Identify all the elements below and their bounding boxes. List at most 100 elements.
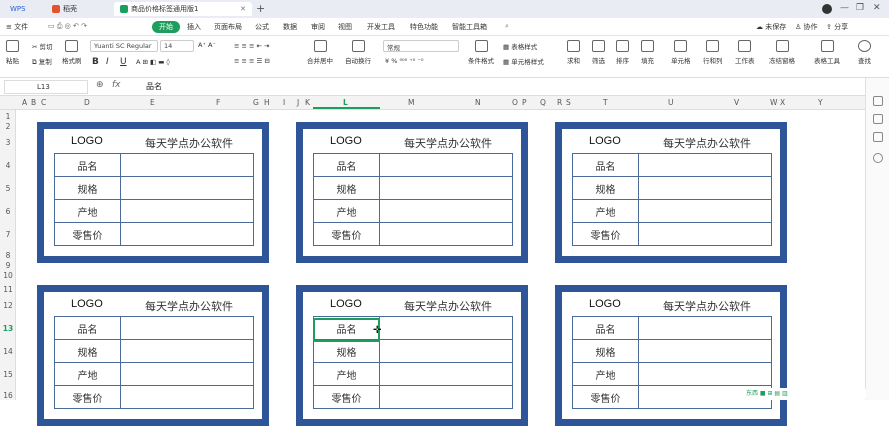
underline-button[interactable]: U xyxy=(120,57,127,67)
menu-developer[interactable]: 开发工具 xyxy=(367,22,395,32)
unsaved-status[interactable]: ☁ 未保存 xyxy=(756,22,786,32)
field-value-cell[interactable] xyxy=(638,362,772,386)
row-8[interactable]: 8 xyxy=(0,251,16,260)
field-value-cell[interactable] xyxy=(379,153,513,177)
sheet-button[interactable]: 工作表 xyxy=(735,40,755,65)
sidebar-format-icon[interactable] xyxy=(873,132,883,142)
field-spec[interactable]: 规格 xyxy=(572,339,639,363)
col-q[interactable]: Q xyxy=(540,98,546,107)
field-origin[interactable]: 产地 xyxy=(572,362,639,386)
field-value-cell[interactable] xyxy=(379,199,513,223)
sidebar-select-icon[interactable] xyxy=(873,96,883,106)
col-t[interactable]: T xyxy=(603,98,608,107)
table-tools-button[interactable]: 表格工具 xyxy=(814,40,840,65)
italic-button[interactable]: I xyxy=(106,57,109,67)
collaborate-button[interactable]: ♙ 协作 xyxy=(795,22,818,32)
field-name[interactable]: 品名 xyxy=(572,153,639,177)
font-name-select[interactable]: Yuanti SC Regular xyxy=(90,40,158,52)
col-p[interactable]: P xyxy=(522,98,527,107)
field-origin[interactable]: 产地 xyxy=(54,362,121,386)
row-15[interactable]: 15 xyxy=(0,370,16,379)
filter-button[interactable]: 筛选 xyxy=(592,40,605,65)
fill-button[interactable]: 填充 xyxy=(641,40,654,65)
font-style-icons[interactable]: A ⊞ ◧ ▬ ◊ xyxy=(136,58,170,66)
col-c[interactable]: C xyxy=(41,98,46,107)
row-10[interactable]: 10 xyxy=(0,271,16,280)
field-value-cell[interactable] xyxy=(120,339,254,363)
field-value-cell[interactable] xyxy=(379,385,513,409)
field-value-cell[interactable] xyxy=(638,222,772,246)
col-g[interactable]: G xyxy=(253,98,259,107)
col-s[interactable]: S xyxy=(566,98,571,107)
field-value-cell[interactable] xyxy=(120,385,254,409)
col-f[interactable]: F xyxy=(216,98,220,107)
field-value-cell[interactable] xyxy=(379,339,513,363)
tab-daoke[interactable]: 稻壳 xyxy=(46,2,112,16)
field-name[interactable]: 品名 xyxy=(572,316,639,340)
new-tab-icon[interactable]: + xyxy=(256,2,265,15)
field-value-cell[interactable] xyxy=(120,222,254,246)
menu-view[interactable]: 视图 xyxy=(338,22,352,32)
row-14[interactable]: 14 xyxy=(0,347,16,356)
menu-formula[interactable]: 公式 xyxy=(255,22,269,32)
field-value-cell[interactable] xyxy=(120,316,254,340)
field-spec[interactable]: 规格 xyxy=(313,339,380,363)
field-value-cell[interactable] xyxy=(638,153,772,177)
row-16[interactable]: 16 xyxy=(0,391,16,400)
col-j[interactable]: J xyxy=(297,98,299,107)
find-button[interactable]: 查找 xyxy=(858,40,871,65)
share-button[interactable]: ⇪ 分享 xyxy=(826,22,848,32)
sidebar-settings-icon[interactable] xyxy=(873,114,883,124)
col-d[interactable]: D xyxy=(84,98,90,107)
number-format-select[interactable]: 常规 xyxy=(383,40,459,52)
field-price[interactable]: 零售价 xyxy=(572,222,639,246)
row-4[interactable]: 4 xyxy=(0,161,16,170)
menu-smart-tools[interactable]: 智能工具箱 xyxy=(452,22,487,32)
tab-document[interactable]: 商品价格标签通用版1 ✕ xyxy=(114,2,252,16)
field-spec[interactable]: 规格 xyxy=(572,176,639,200)
rowcol-button[interactable]: 行和列 xyxy=(703,40,723,65)
cell-style-button[interactable]: ▦ 单元格样式 xyxy=(503,56,544,66)
field-spec[interactable]: 规格 xyxy=(54,339,121,363)
field-value-cell[interactable] xyxy=(638,176,772,200)
field-name[interactable]: 品名 xyxy=(313,153,380,177)
row-7[interactable]: 7 xyxy=(0,230,16,239)
number-format-icons[interactable]: ¥ % ⁰⁰⁰ ⁺⁰ ⁻⁰ xyxy=(385,57,423,65)
col-e[interactable]: E xyxy=(150,98,155,107)
quick-access-icons[interactable]: ▭ ⎙ ◎ ↶ ↷ xyxy=(48,22,87,31)
field-price[interactable]: 零售价 xyxy=(313,222,380,246)
field-value-cell[interactable] xyxy=(638,339,772,363)
sort-button[interactable]: 排序 xyxy=(616,40,629,65)
cell-button[interactable]: 单元格 xyxy=(671,40,691,65)
col-x[interactable]: X xyxy=(780,98,785,107)
minimize-icon[interactable]: — xyxy=(840,3,849,13)
col-w[interactable]: W xyxy=(770,98,777,107)
paste-button[interactable]: 粘贴 xyxy=(6,40,19,65)
freeze-button[interactable]: 冻结窗格 xyxy=(769,40,795,65)
sum-button[interactable]: 求和 xyxy=(567,40,580,65)
col-n[interactable]: N xyxy=(475,98,481,107)
sidebar-help-icon[interactable] xyxy=(873,153,883,163)
menu-page-layout[interactable]: 页面布局 xyxy=(214,22,242,32)
align-horizontal-icons[interactable]: ≡ ≡ ≡ ☰ ⊟ xyxy=(234,57,270,65)
search-icon[interactable]: ⌕ xyxy=(505,22,509,31)
field-price[interactable]: 零售价 xyxy=(54,222,121,246)
col-a[interactable]: A xyxy=(22,98,27,107)
file-menu[interactable]: ≡ 文件 xyxy=(6,22,28,32)
field-value-cell[interactable] xyxy=(379,316,513,340)
row-9[interactable]: 9 xyxy=(0,261,16,270)
field-price[interactable]: 零售价 xyxy=(54,385,121,409)
row-5[interactable]: 5 xyxy=(0,184,16,193)
menu-features[interactable]: 特色功能 xyxy=(410,22,438,32)
avatar[interactable] xyxy=(822,4,832,14)
col-h[interactable]: H xyxy=(264,98,270,107)
formula-input[interactable]: 品名 xyxy=(146,81,162,92)
menu-review[interactable]: 审阅 xyxy=(311,22,325,32)
cut-button[interactable]: ✂ 剪切 xyxy=(32,41,53,51)
field-value-cell[interactable] xyxy=(120,362,254,386)
bold-button[interactable]: B xyxy=(92,57,99,67)
field-price[interactable]: 零售价 xyxy=(572,385,639,409)
copy-button[interactable]: ⧉ 复制 xyxy=(32,56,52,67)
row-12[interactable]: 12 xyxy=(0,301,16,310)
zoom-icon[interactable]: ⊕ xyxy=(96,80,104,90)
